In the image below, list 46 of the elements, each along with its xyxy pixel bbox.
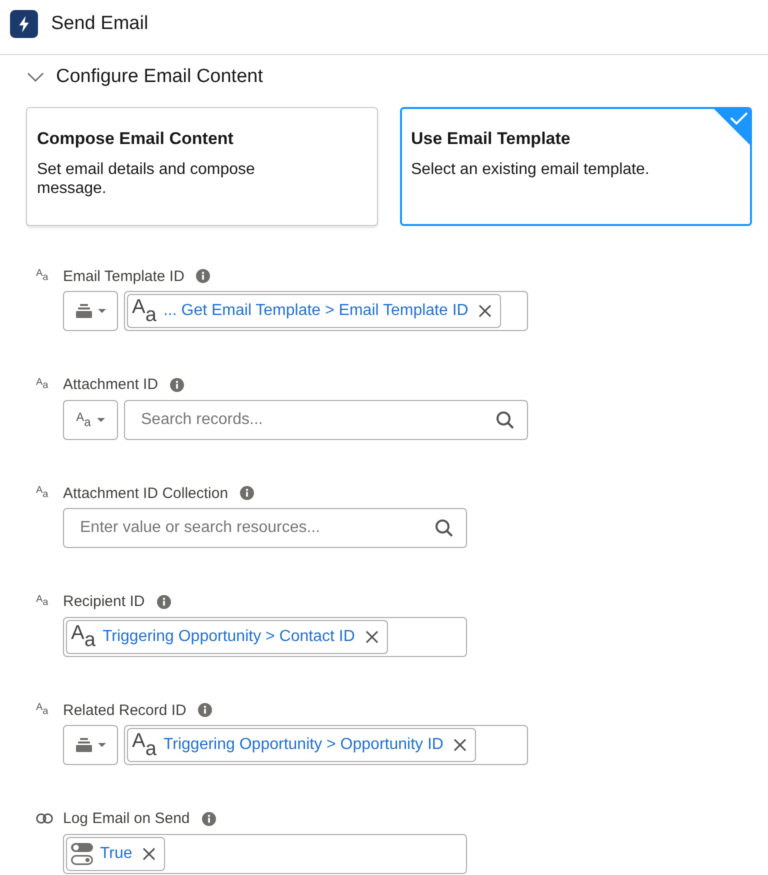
pill-value: Triggering Opportunity > Contact ID — [102, 628, 355, 646]
option-card[interactable]: Compose Email Content Set email details and compose message. — [26, 107, 378, 226]
field-label: Recipient ID — [63, 593, 145, 610]
search-icon[interactable] — [435, 519, 453, 537]
option-title: Compose Email Content — [37, 128, 234, 150]
field-label: Log Email on Send — [63, 810, 190, 827]
remove-icon[interactable] — [478, 304, 492, 318]
stack-icon — [76, 304, 92, 318]
option-description: Select an existing email template. — [411, 160, 650, 179]
option-card[interactable]: Use Email Template Select an existing email template. — [400, 107, 752, 226]
option-title: Use Email Template — [411, 128, 572, 150]
pill-value: ... Get Email Template > Email Template ID — [163, 302, 468, 320]
info-icon — [196, 269, 210, 283]
field-label: Email Template ID — [63, 268, 184, 284]
stack-icon — [76, 738, 92, 752]
value-pill[interactable]: True — [66, 836, 166, 870]
selected-check-icon — [714, 109, 750, 145]
resource-type-button[interactable] — [63, 291, 118, 331]
search-icon[interactable] — [496, 410, 514, 428]
remove-icon[interactable] — [142, 846, 156, 860]
pill-value: Triggering Opportunity > Opportunity ID — [163, 736, 444, 754]
linked-circles-icon — [36, 813, 53, 824]
search-field[interactable]: Search records... — [124, 400, 528, 440]
field-label: Attachment ID Collection — [63, 484, 228, 502]
caret-icon — [98, 309, 106, 313]
info-icon — [156, 594, 171, 608]
toggle-icon — [71, 842, 93, 866]
remove-icon[interactable] — [364, 630, 379, 644]
search-field[interactable]: Enter value or search resources... — [63, 508, 467, 548]
info-icon — [170, 378, 184, 392]
option-description: Set email details and compose message. — [37, 160, 256, 198]
pill-value: True — [100, 844, 132, 862]
chevron-icon[interactable] — [27, 72, 44, 82]
field-label: Attachment ID — [63, 376, 158, 393]
info-icon — [198, 703, 212, 717]
resource-field[interactable]: True — [63, 834, 467, 874]
info-icon — [202, 812, 216, 826]
field-label: Related Record ID — [63, 702, 186, 718]
caret-icon — [96, 418, 105, 422]
resource-type-button[interactable] — [63, 725, 118, 765]
lightning-icon — [10, 10, 38, 38]
remove-icon[interactable] — [453, 738, 468, 752]
header-title: Send Email — [51, 12, 148, 34]
caret-icon — [98, 743, 106, 747]
section-title: Configure Email Content — [56, 66, 263, 88]
info-icon — [240, 486, 254, 500]
